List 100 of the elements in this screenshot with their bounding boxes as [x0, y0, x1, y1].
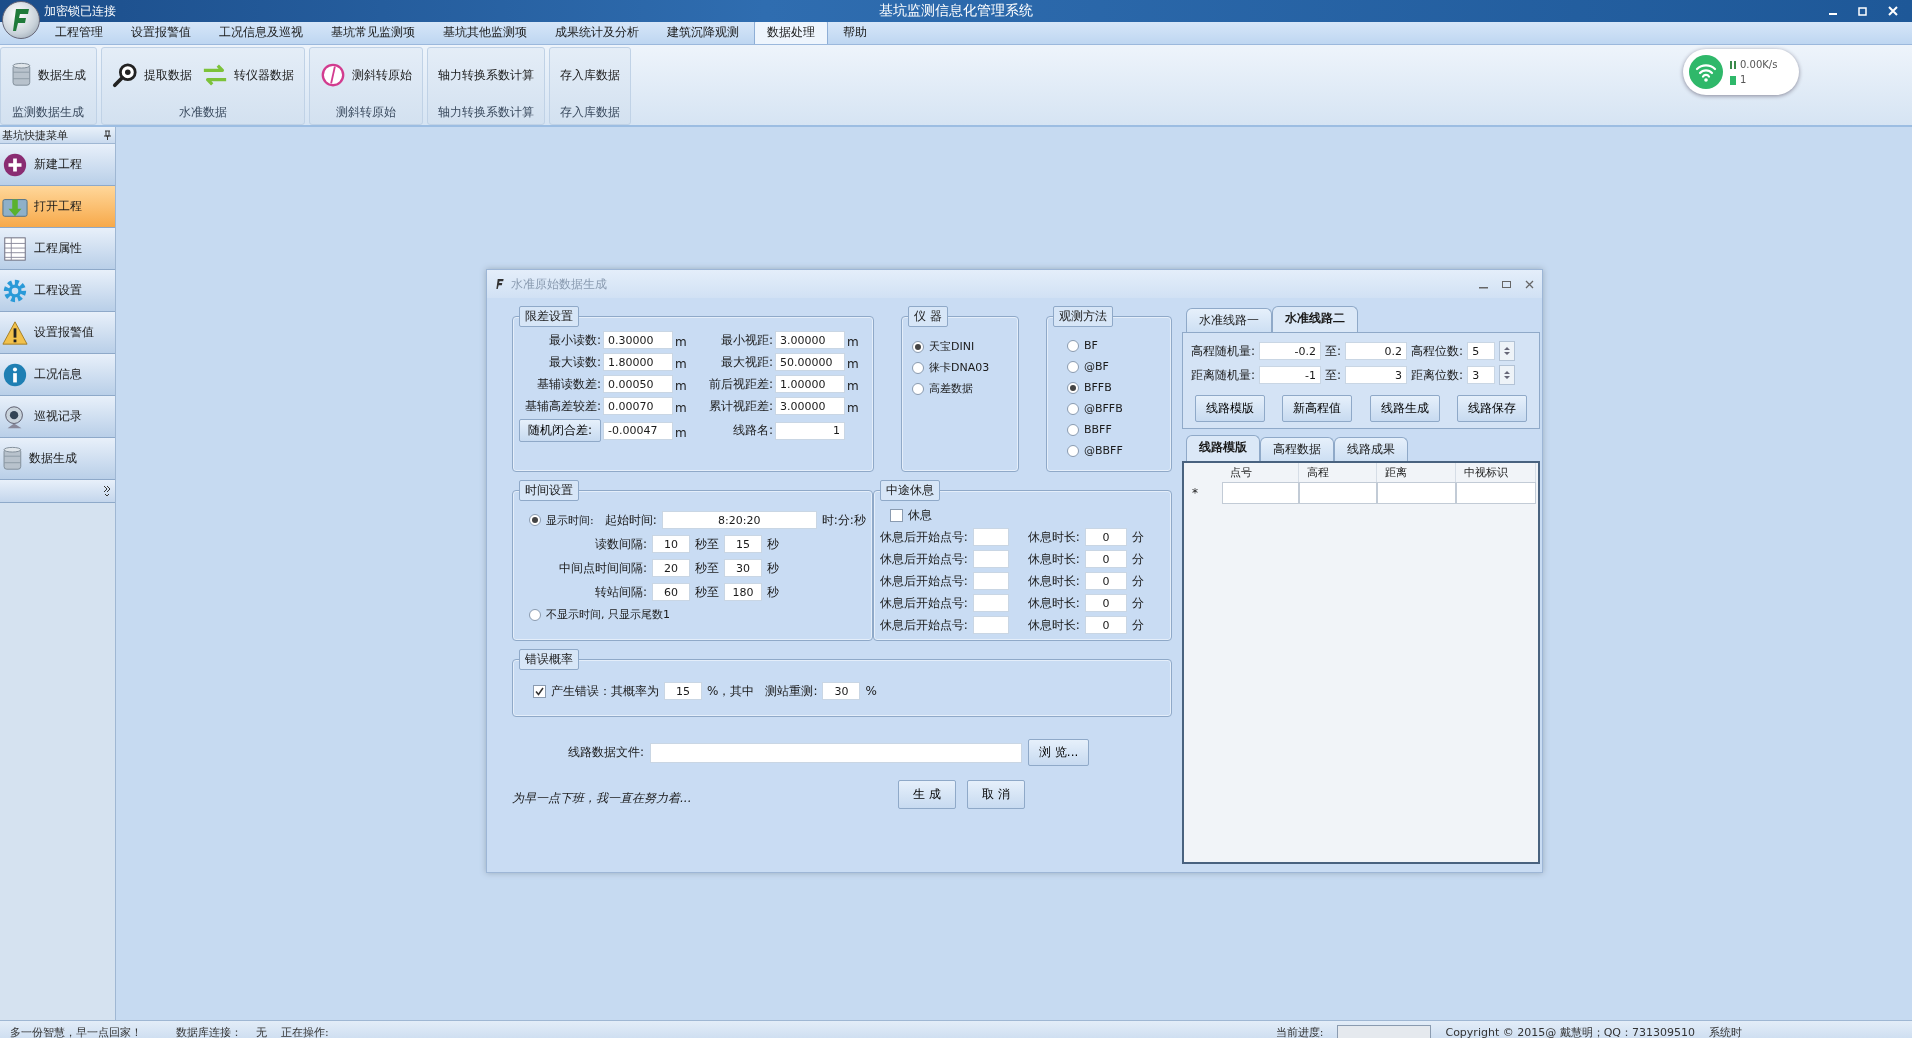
route-button[interactable]: 线路模版 [1195, 395, 1265, 422]
value-field[interactable]: 0 [1084, 528, 1127, 546]
value-field[interactable]: 3.00000 [775, 331, 845, 349]
dialog-button[interactable]: 取 消 [966, 780, 1025, 809]
sidebar-item[interactable]: 工程属性 [0, 228, 115, 270]
file-path-field[interactable] [650, 742, 1023, 763]
menu-tab[interactable]: 工况信息及巡视 [206, 20, 316, 44]
table-cell[interactable] [1299, 482, 1377, 504]
ribbon-button[interactable]: 测斜转原始 [317, 60, 414, 90]
ribbon-button[interactable]: 提取数据 [109, 60, 194, 90]
value-field[interactable]: 30 [724, 559, 762, 577]
value-field[interactable]: 0.00050 [603, 375, 673, 393]
route-button[interactable]: 线路生成 [1369, 395, 1440, 422]
sidebar-item[interactable]: 新建工程 [0, 144, 115, 186]
table-cell[interactable] [1456, 482, 1536, 504]
tab[interactable]: 高程数据 [1260, 437, 1334, 461]
value-field[interactable] [972, 594, 1009, 612]
value-field[interactable]: 0.00070 [603, 397, 673, 415]
value-field[interactable]: 0 [1084, 550, 1127, 568]
menu-tab[interactable]: 设置报警值 [118, 20, 204, 44]
number-field[interactable]: 3 [1467, 366, 1496, 384]
radio-button[interactable] [912, 361, 924, 374]
value-field[interactable]: 30 [822, 682, 861, 700]
checkbox[interactable] [533, 684, 546, 698]
number-field[interactable]: 5 [1467, 342, 1496, 360]
radio-button[interactable] [1067, 423, 1079, 436]
sidebar-item[interactable]: 工况信息 [0, 354, 115, 396]
menu-tab[interactable]: 成果统计及分析 [542, 20, 652, 44]
value-field[interactable]: 180 [724, 583, 762, 601]
dialog-button[interactable]: 生 成 [898, 780, 956, 809]
value-field[interactable]: 8:20:20 [661, 511, 817, 529]
value-field[interactable]: 0.30000 [603, 331, 673, 349]
radio-button[interactable] [912, 340, 924, 353]
tab[interactable]: 水准线路一 [1186, 308, 1272, 332]
sidebar-item[interactable]: 数据生成 [0, 438, 115, 480]
radio-button[interactable] [529, 608, 541, 621]
value-field[interactable]: 0 [1084, 616, 1127, 634]
radio-button[interactable] [1067, 381, 1079, 394]
menu-tab[interactable]: 帮助 [830, 20, 880, 44]
value-field[interactable]: 1.00000 [775, 375, 845, 393]
value-field[interactable] [972, 572, 1009, 590]
ribbon-button[interactable]: 轴力转换系数计算 [435, 64, 536, 86]
menu-tab[interactable]: 建筑沉降观测 [654, 20, 752, 44]
chevron-icon[interactable] [103, 485, 111, 497]
radio-button[interactable] [1067, 444, 1079, 457]
row-marker: * [1191, 485, 1199, 502]
value-field[interactable]: 0 [1084, 572, 1127, 590]
value-field[interactable]: 0 [1084, 594, 1127, 612]
spin-button[interactable] [1499, 365, 1516, 385]
radio-button[interactable] [1067, 339, 1079, 352]
tab[interactable]: 线路成果 [1334, 437, 1408, 461]
value-field[interactable]: 50.00000 [775, 353, 845, 371]
menu-tab[interactable]: 工程管理 [42, 20, 116, 44]
swap-arrows-icon [201, 62, 228, 88]
menu-tab[interactable]: 基坑其他监测项 [430, 20, 540, 44]
value-field[interactable] [972, 528, 1009, 546]
random-closure-button[interactable]: 随机闭合差: [519, 419, 601, 442]
pin-icon[interactable] [104, 130, 111, 140]
route-button[interactable]: 线路保存 [1457, 395, 1527, 422]
sidebar-item[interactable]: 工程设置 [0, 270, 115, 312]
sidebar-item[interactable]: 打开工程 [0, 186, 115, 228]
ribbon-button[interactable]: 存入库数据 [557, 64, 622, 86]
menu-tab[interactable]: 数据处理 [754, 20, 828, 44]
value-field[interactable] [972, 550, 1009, 568]
unit-label: %，其中 [707, 682, 755, 700]
value-field[interactable]: 60 [652, 583, 690, 601]
menu-tab[interactable]: 基坑常见监测项 [318, 20, 428, 44]
value-field[interactable]: -0.2 [1259, 342, 1322, 360]
value-field[interactable]: 1 [775, 421, 845, 440]
value-field[interactable]: -1 [1259, 366, 1322, 384]
ribbon-button[interactable]: 转仪器数据 [199, 60, 296, 90]
sidebar-item[interactable]: 巡视记录 [0, 396, 115, 438]
value-field[interactable] [972, 616, 1009, 634]
tab[interactable]: 线路模版 [1186, 435, 1260, 461]
maximize-icon[interactable] [1502, 279, 1511, 289]
route-button[interactable]: 新高程值 [1282, 395, 1353, 422]
table-cell[interactable] [1377, 482, 1456, 504]
value-field[interactable]: 0.2 [1345, 342, 1408, 360]
value-field[interactable]: 3.00000 [775, 397, 845, 415]
option-label: BFFB [1084, 381, 1112, 394]
value-field[interactable]: 20 [652, 559, 690, 577]
radio-button[interactable] [1067, 402, 1079, 415]
ribbon-button[interactable]: 数据生成 [9, 60, 88, 90]
tab[interactable]: 水准线路二 [1272, 306, 1358, 332]
browse-button[interactable]: 浏 览... [1028, 739, 1090, 766]
field-label: 中间点时间间隔: [557, 559, 647, 577]
checkbox[interactable] [889, 509, 903, 522]
sidebar-item[interactable]: 设置报警值 [0, 312, 115, 354]
radio-button[interactable] [912, 382, 924, 395]
value-field[interactable]: -0.00047 [603, 421, 673, 440]
value-field[interactable]: 15 [724, 535, 762, 553]
spin-button[interactable] [1499, 341, 1516, 361]
value-field[interactable]: 10 [652, 535, 690, 553]
value-field[interactable]: 15 [664, 682, 702, 700]
radio-button[interactable] [1067, 360, 1079, 373]
table-cell[interactable] [1222, 482, 1299, 504]
radio-button[interactable] [529, 514, 541, 526]
value-field[interactable]: 3 [1345, 366, 1408, 384]
close-icon[interactable] [1525, 279, 1534, 289]
value-field[interactable]: 1.80000 [603, 353, 673, 371]
